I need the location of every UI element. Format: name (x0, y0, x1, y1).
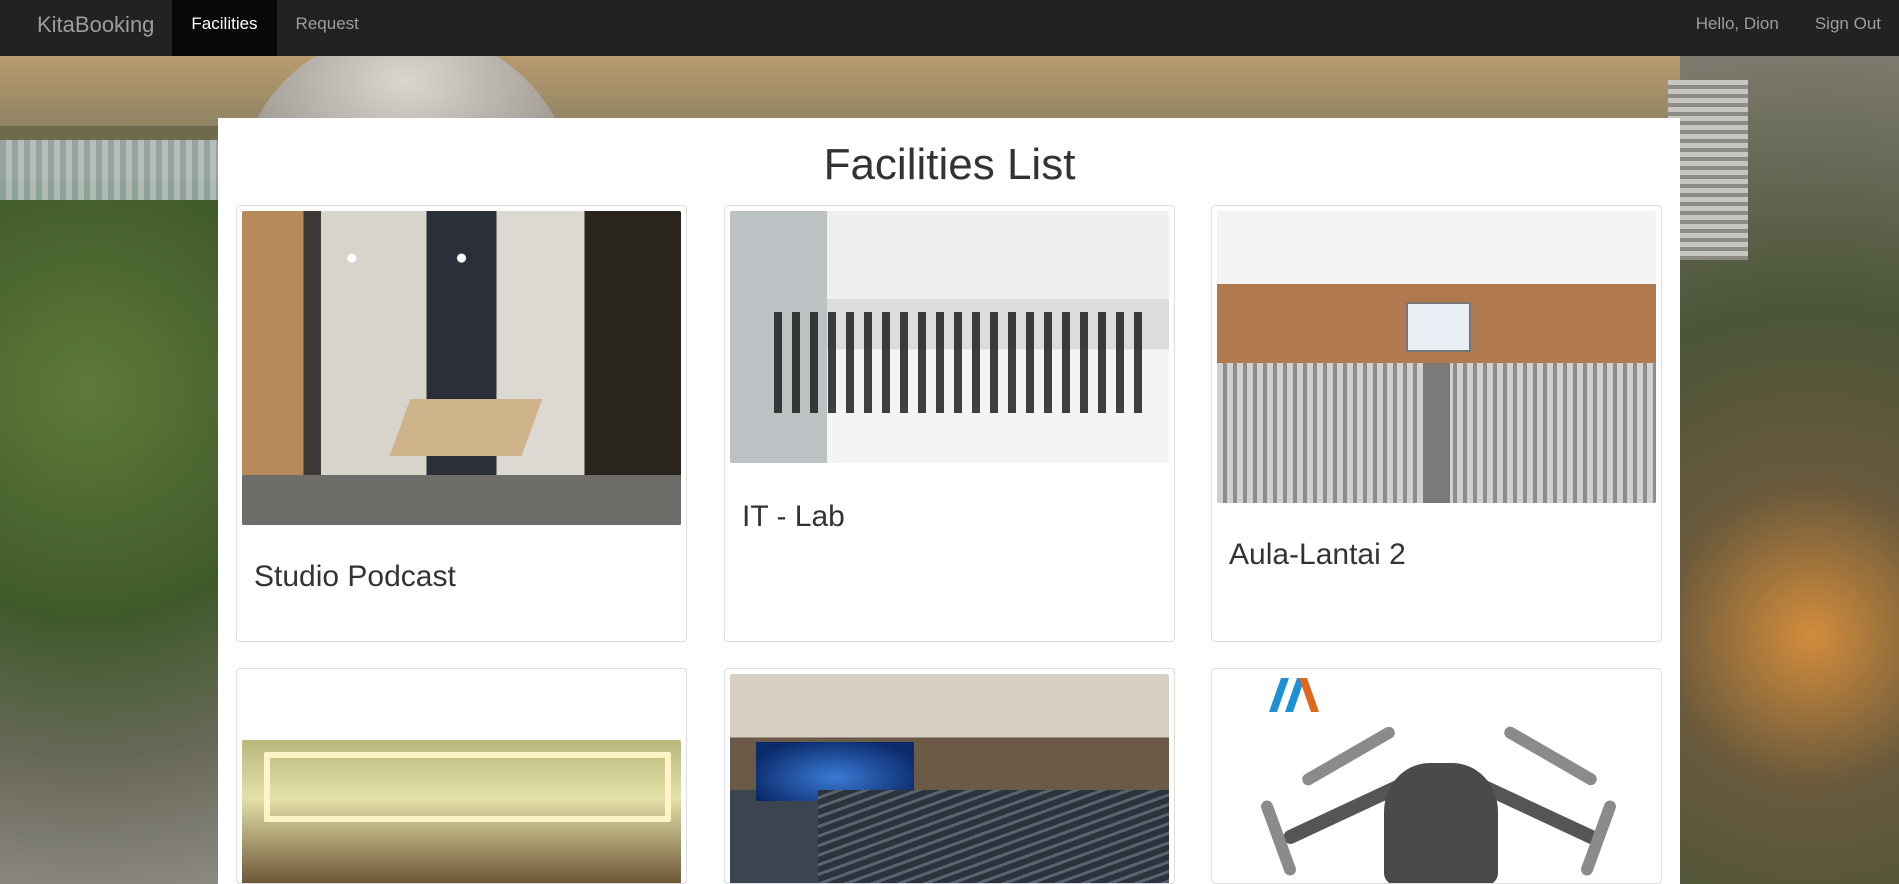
user-greeting[interactable]: Hello, Dion (1678, 0, 1797, 56)
drone-photo (1217, 674, 1656, 883)
facility-card[interactable]: Studio Podcast (236, 205, 687, 642)
computer-lab-photo (730, 211, 1169, 463)
facility-name: Studio Podcast (254, 560, 456, 593)
auditorium-hall-photo (1217, 211, 1656, 503)
page-title: Facilities List (823, 140, 1076, 189)
facility-card[interactable] (236, 668, 687, 884)
top-navbar: KitaBooking Facilities Request Hello, Di… (0, 0, 1899, 56)
nav-facilities[interactable]: Facilities (172, 0, 277, 56)
ballroom-photo (242, 740, 681, 883)
brand-logo-icon (1269, 678, 1320, 712)
facility-card[interactable]: IT - Lab (724, 205, 1175, 642)
podcast-studio-photo (242, 211, 681, 525)
facility-name: Aula-Lantai 2 (1229, 538, 1406, 571)
nav-request[interactable]: Request (277, 0, 378, 56)
facility-name: IT - Lab (742, 500, 845, 533)
facility-card[interactable] (724, 668, 1175, 884)
facility-card[interactable] (1211, 668, 1662, 884)
theater-photo (730, 674, 1169, 883)
facility-card[interactable]: Aula-Lantai 2 (1211, 205, 1662, 642)
brand-link[interactable]: KitaBooking (0, 0, 172, 56)
sign-out-link[interactable]: Sign Out (1797, 0, 1899, 56)
